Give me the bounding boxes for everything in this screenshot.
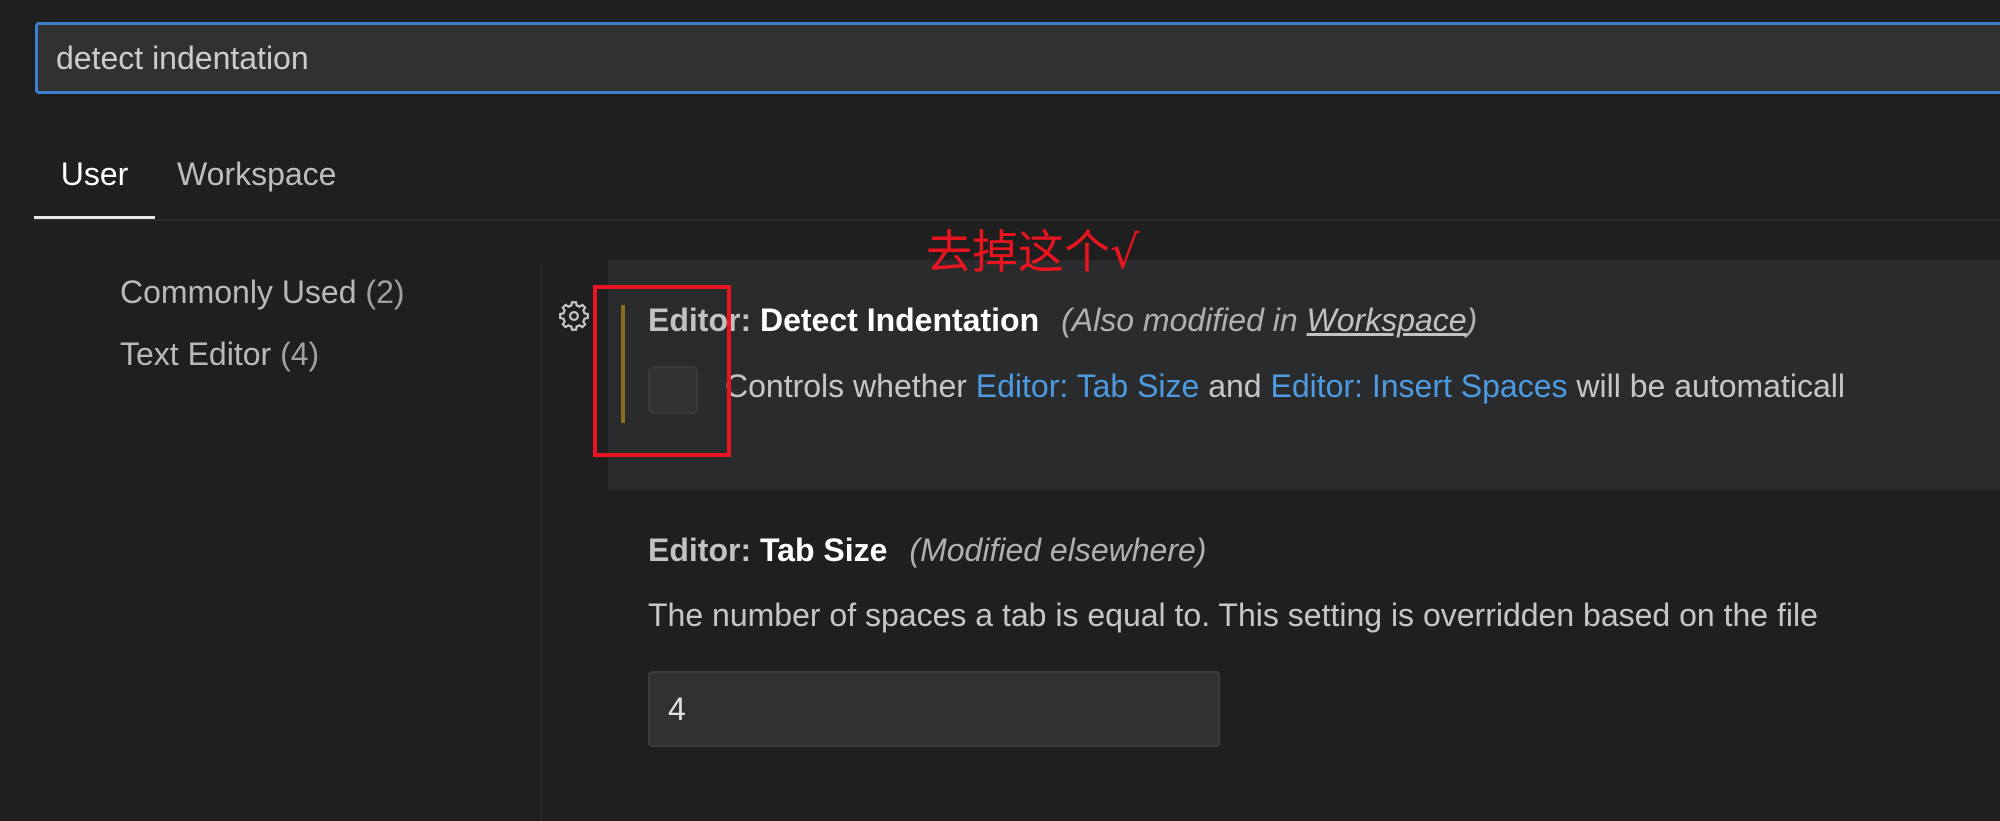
setting-description: The number of spaces a tab is equal to. …	[648, 597, 1818, 633]
setting-description: Controls whether Editor: Tab Size and Ed…	[725, 368, 1845, 405]
setting-title: Editor: Detect Indentation (Also modified…	[648, 302, 1477, 339]
settings-editor: User Workspace Commonly Used (2) Text Ed…	[0, 0, 2000, 821]
note-prefix: (Also modified in	[1061, 302, 1307, 338]
note-suffix: )	[1466, 302, 1478, 338]
insert-spaces-link[interactable]: Editor: Insert Spaces	[1270, 368, 1567, 404]
setting-name: Detect Indentation	[759, 302, 1040, 338]
toc-item-text-editor[interactable]: Text Editor (4)	[120, 336, 319, 373]
setting-title: Editor: Tab Size (Modified elsewhere)	[648, 532, 1206, 569]
toc-item-count: (4)	[280, 336, 320, 372]
toc-item-commonly-used[interactable]: Commonly Used (2)	[120, 274, 405, 311]
toc-divider	[540, 262, 542, 821]
toc-item-label: Text Editor	[120, 336, 272, 372]
tab-size-input[interactable]	[648, 671, 1220, 747]
tab-workspace[interactable]: Workspace	[177, 145, 336, 219]
setting-modified-note: (Modified elsewhere)	[909, 532, 1207, 568]
desc-text: will be automaticall	[1567, 368, 1845, 404]
gear-icon[interactable]	[556, 298, 592, 334]
annotation-text: 去掉这个√	[926, 225, 1140, 279]
toc-item-label: Commonly Used	[120, 274, 357, 310]
workspace-link[interactable]: Workspace	[1307, 302, 1467, 338]
settings-search-input[interactable]	[56, 25, 1956, 91]
annotation-highlight-box	[593, 285, 731, 457]
tab-user[interactable]: User	[34, 145, 155, 219]
setting-name: Tab Size	[759, 532, 888, 568]
setting-modified-note: (Also modified in Workspace)	[1061, 302, 1477, 338]
toc-item-count: (2)	[365, 274, 405, 310]
tab-size-link[interactable]: Editor: Tab Size	[976, 368, 1200, 404]
setting-category: Editor:	[648, 532, 760, 568]
desc-text: and	[1199, 368, 1271, 404]
desc-text: Controls whether	[725, 368, 976, 404]
settings-search-box[interactable]	[35, 22, 2000, 94]
